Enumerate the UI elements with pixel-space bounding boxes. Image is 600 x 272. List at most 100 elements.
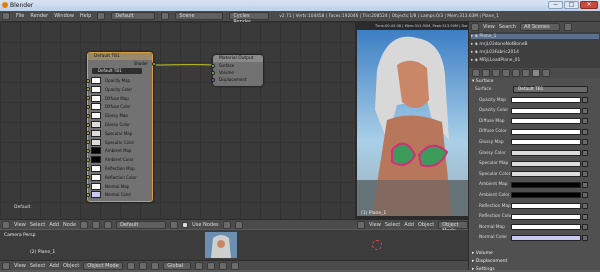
outliner-search-icon[interactable]	[564, 23, 573, 31]
node-color-swatch[interactable]	[91, 121, 101, 128]
orientation-select[interactable]: Global	[163, 261, 192, 270]
node-input-socket[interactable]	[86, 113, 90, 118]
render-engine-select[interactable]: Cycles Render	[229, 12, 270, 25]
modifier-tab-icon[interactable]	[522, 69, 530, 77]
outliner[interactable]: View Search All Scenes ▸ ◈ Plane_1 ▸ ◈ mr…	[469, 22, 600, 68]
manipulator-icon[interactable]	[151, 261, 160, 270]
layers-tab-icon[interactable]	[482, 69, 490, 77]
property-link-button[interactable]	[582, 192, 588, 199]
3d-cursor-icon[interactable]	[372, 240, 382, 250]
property-link-button[interactable]	[582, 107, 588, 114]
node-menu-select[interactable]: Select	[30, 222, 45, 228]
render-tab-icon[interactable]	[472, 69, 480, 77]
material-output-node[interactable]: Material Output Surface Volume Displacem…	[211, 55, 263, 86]
outliner-menu-view[interactable]: View	[483, 24, 495, 30]
layers-icon[interactable]	[195, 261, 204, 270]
property-color-field[interactable]	[511, 171, 581, 178]
node-input-socket[interactable]	[86, 104, 90, 109]
lower-mode-select[interactable]: Object Mode	[83, 261, 124, 270]
property-link-button[interactable]	[582, 224, 588, 231]
viewport-menu-add[interactable]: Add	[404, 222, 414, 228]
viewport-menu-view[interactable]: View	[369, 222, 381, 228]
maximize-button[interactable]: □	[564, 1, 579, 9]
node-input-socket[interactable]	[86, 131, 90, 136]
property-link-button[interactable]	[582, 128, 588, 135]
property-color-field[interactable]	[511, 150, 581, 156]
menu-window[interactable]: Window	[54, 13, 74, 19]
scene-select[interactable]: Scene	[175, 12, 224, 20]
outliner-menu-search[interactable]: Search	[499, 24, 516, 30]
node-menu-node[interactable]: Node	[63, 222, 76, 228]
outliner-row[interactable]: ▸ ◈ MRjLLeadPlane_01	[471, 58, 520, 63]
node-color-swatch[interactable]	[91, 129, 101, 137]
outliner-type-icon[interactable]	[471, 23, 479, 31]
material-select-field[interactable]: Default TB1	[92, 68, 142, 74]
node-color-swatch[interactable]	[91, 77, 101, 84]
lock-camera-icon[interactable]	[207, 261, 216, 270]
world-shader-icon[interactable]	[104, 220, 113, 229]
material-output-title[interactable]: Material Output	[213, 55, 263, 62]
volume-input-socket[interactable]	[211, 71, 215, 75]
property-color-field[interactable]	[511, 139, 581, 146]
lower-viewport-type-icon[interactable]	[2, 261, 10, 270]
property-link-button[interactable]	[582, 203, 588, 209]
node-menu-view[interactable]: View	[14, 222, 26, 228]
node-input-socket[interactable]	[86, 166, 90, 171]
property-color-field[interactable]	[511, 118, 581, 125]
node-input-socket[interactable]	[86, 96, 90, 101]
node-color-swatch[interactable]	[91, 103, 101, 111]
outliner-display-mode[interactable]: All Scenes	[520, 23, 561, 31]
fake-user-icon[interactable]	[170, 220, 179, 229]
property-color-field[interactable]	[511, 97, 581, 103]
info-editor-icon[interactable]	[2, 12, 10, 20]
lower-menu-view[interactable]: View	[14, 263, 26, 269]
property-link-button[interactable]	[582, 118, 588, 125]
render-preview-icon[interactable]	[231, 261, 240, 270]
use-nodes-checkbox[interactable]	[182, 221, 189, 228]
shader-output-socket[interactable]	[152, 62, 156, 66]
screen-layout-select[interactable]: Default	[111, 12, 156, 20]
node-input-socket[interactable]	[86, 87, 90, 92]
menu-render[interactable]: Render	[30, 13, 48, 19]
node-editor[interactable]: Default TB1 Shader Default TB1 Opacity M…	[0, 22, 355, 219]
pivot-icon[interactable]	[139, 261, 148, 270]
property-link-button[interactable]	[582, 139, 588, 146]
property-link-button[interactable]	[582, 150, 588, 156]
material-select[interactable]: Default	[116, 220, 167, 229]
outliner-row[interactable]: ▸ ◈ mrjL03Fabric2014	[471, 50, 519, 55]
node-color-swatch[interactable]	[91, 191, 101, 199]
viewport-mode-select[interactable]: Object Mode	[438, 220, 468, 234]
menu-file[interactable]: File	[16, 13, 24, 19]
property-link-button[interactable]	[582, 160, 588, 167]
node-color-swatch[interactable]	[91, 138, 101, 146]
node-color-swatch[interactable]	[91, 182, 101, 190]
shading-mode-icon[interactable]	[127, 261, 136, 270]
world-tab-icon[interactable]	[502, 69, 510, 77]
texture-tab-icon[interactable]	[542, 69, 550, 77]
node-color-swatch[interactable]	[91, 147, 101, 155]
node-color-swatch[interactable]	[91, 94, 101, 102]
node-color-swatch[interactable]	[91, 85, 101, 93]
displacement-section-header[interactable]: ▸ Displacement	[472, 259, 507, 264]
close-window-button[interactable]: ✕	[580, 1, 598, 9]
volume-section-header[interactable]: ▸ Volume	[472, 251, 493, 256]
minimize-button[interactable]: −	[548, 1, 563, 9]
property-color-field[interactable]	[511, 203, 581, 209]
node-input-socket[interactable]	[86, 184, 90, 189]
snap-toggle-icon[interactable]	[219, 261, 228, 270]
snap-icon[interactable]	[234, 220, 243, 229]
material-tab-icon[interactable]	[532, 69, 540, 77]
property-color-field[interactable]	[511, 234, 581, 241]
node-color-swatch[interactable]	[91, 165, 101, 172]
property-color-field[interactable]	[511, 213, 581, 220]
node-input-socket[interactable]	[86, 122, 90, 127]
material-node-title[interactable]: Default TB1	[88, 53, 152, 60]
scene-tab-icon[interactable]	[492, 69, 500, 77]
node-input-socket[interactable]	[86, 175, 90, 180]
lower-menu-add[interactable]: Add	[49, 263, 59, 269]
lower-menu-select[interactable]: Select	[30, 263, 45, 269]
property-color-field[interactable]	[511, 160, 581, 167]
object-tab-icon[interactable]	[512, 69, 520, 77]
displacement-input-socket[interactable]	[211, 78, 215, 82]
surface-section-header[interactable]: ▾ Surface	[472, 79, 493, 84]
